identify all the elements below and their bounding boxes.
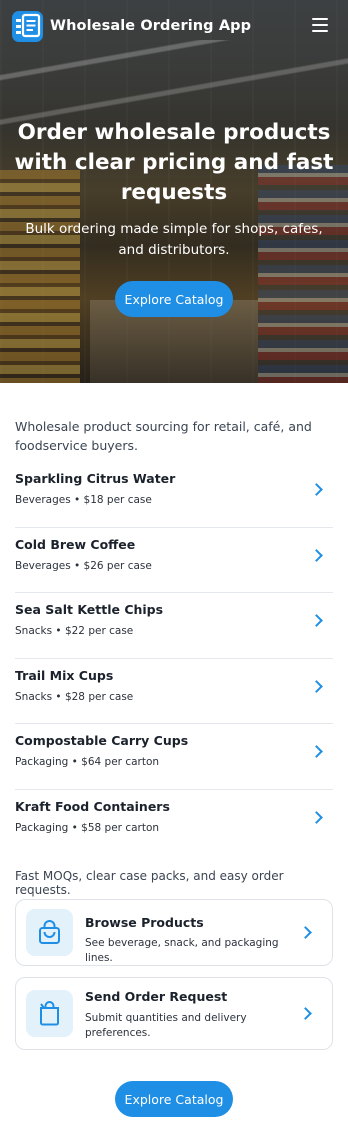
product-name: Sea Salt Kettle Chips <box>15 602 164 617</box>
card-title: Send Order Request <box>85 989 228 1004</box>
chevron-right-icon[interactable] <box>310 679 323 693</box>
product-meta: Snacks • $22 per case <box>15 625 134 637</box>
hamburger-menu-icon[interactable] <box>312 18 328 32</box>
chevron-right-icon[interactable] <box>310 548 323 562</box>
product-meta: Snacks • $28 per case <box>15 690 134 703</box>
product-name: Compostable Carry Cups <box>15 733 189 748</box>
chevron-right-icon[interactable] <box>310 810 323 824</box>
list-item[interactable]: Compostable Carry Cups Packaging • $64 p… <box>15 724 333 790</box>
explore-catalog-bottom-button[interactable]: Explore Catalog <box>115 1081 233 1117</box>
hero-title: Order wholesale products with clear pric… <box>14 120 334 205</box>
product-name: Sparkling Citrus Water <box>15 471 176 486</box>
chevron-right-icon[interactable] <box>310 745 323 758</box>
product-list: Sparkling Citrus Water Beverages • $18 p… <box>15 462 333 855</box>
product-name: Trail Mix Cups <box>15 667 114 683</box>
chevron-right-icon[interactable] <box>299 926 312 939</box>
list-item[interactable]: Sparkling Citrus Water Beverages • $18 p… <box>15 462 333 528</box>
card-title: Browse Products <box>85 915 204 930</box>
shopping-bag-icon <box>26 990 73 1037</box>
list-item[interactable]: Cold Brew Coffee Beverages • $26 per cas… <box>15 528 333 593</box>
list-item[interactable]: Kraft Food Containers Packaging • $58 pe… <box>15 790 333 856</box>
intro-text: Wholesale product sourcing for retail, c… <box>15 419 312 453</box>
product-name: Kraft Food Containers <box>15 798 170 814</box>
chevron-right-icon[interactable] <box>299 1007 312 1020</box>
hero-subtitle: Bulk ordering made simple for shops, caf… <box>25 221 323 258</box>
top-nav: Wholesale Ordering App <box>0 0 348 52</box>
product-meta: Packaging • $64 per carton <box>15 756 160 768</box>
app-title: Wholesale Ordering App <box>50 18 252 34</box>
explore-catalog-button[interactable]: Explore Catalog <box>115 281 233 317</box>
card-description: See beverage, snack, and packaging lines… <box>85 937 279 964</box>
product-meta: Beverages • $26 per case <box>15 559 152 572</box>
chevron-right-icon[interactable] <box>310 483 323 496</box>
list-item[interactable]: Sea Salt Kettle Chips Snacks • $22 per c… <box>15 593 333 659</box>
list-item[interactable]: Trail Mix Cups Snacks • $28 per case <box>15 659 333 724</box>
hero-banner: Wholesale Ordering App Order wholesale p… <box>0 0 348 383</box>
list-document-icon[interactable] <box>12 10 43 42</box>
browse-products-card[interactable]: Browse Products See beverage, snack, and… <box>15 899 333 966</box>
product-meta: Beverages • $18 per case <box>15 494 152 506</box>
product-meta: Packaging • $58 per carton <box>15 821 160 834</box>
chevron-right-icon[interactable] <box>310 614 323 627</box>
product-name: Cold Brew Coffee <box>15 536 136 552</box>
lock-bag-icon <box>26 909 73 956</box>
tagline-text: Fast MOQs, clear case packs, and easy or… <box>15 869 284 897</box>
send-order-request-card[interactable]: Send Order Request Submit quantities and… <box>15 977 333 1050</box>
card-description: Submit quantities and delivery preferenc… <box>85 1012 247 1039</box>
